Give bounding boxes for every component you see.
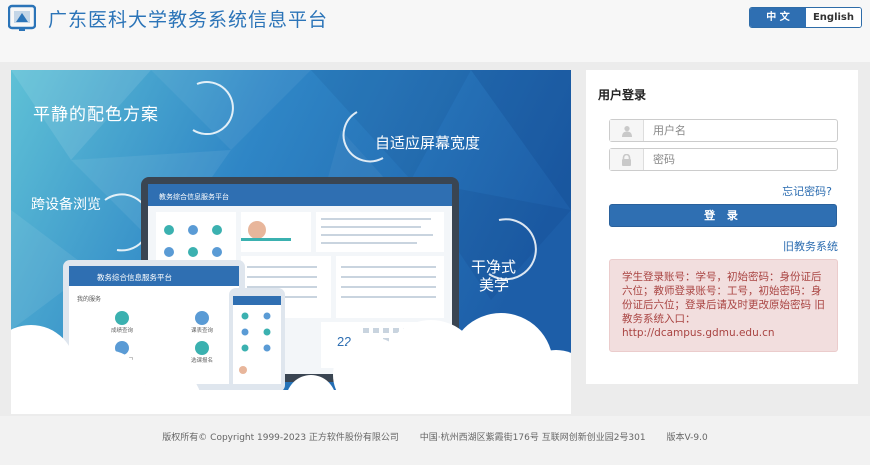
slogan-color-scheme: 平静的配色方案 bbox=[33, 105, 159, 125]
footer-copyright: 版权所有© Copyright 1999-2023 正方软件股份有限公司 bbox=[162, 433, 399, 443]
footer-address: 中国·杭州西湖区紫霞街176号 互联网创新创业园2号301 bbox=[419, 433, 646, 443]
tablet-screen-title: 教务综合信息服务平台 bbox=[97, 272, 172, 282]
forgot-password-link[interactable]: 忘记密码? bbox=[782, 183, 832, 199]
login-title: 用户登录 bbox=[598, 88, 647, 102]
header: 广东医科大学教务系统信息平台 中 文 English bbox=[0, 0, 870, 62]
tablet-section-title: 我的服务 bbox=[77, 295, 101, 303]
slogan-clean-line2: 美学 bbox=[479, 276, 509, 294]
username-field bbox=[609, 119, 838, 142]
monitor-screen-title: 教务综合信息服务平台 bbox=[159, 192, 229, 201]
old-system-link[interactable]: 旧教务系统 bbox=[783, 238, 838, 254]
promo-banner: 教务综合信息服务平台 22 教务综合信息服务平台 我的服务 成绩查询 课表查询 … bbox=[11, 70, 571, 414]
tablet-item-4: 选课报名 bbox=[191, 356, 213, 364]
user-icon bbox=[610, 120, 644, 141]
login-button[interactable]: 登 录 bbox=[609, 204, 837, 227]
footer: 版权所有© Copyright 1999-2023 正方软件股份有限公司 中国·… bbox=[0, 430, 870, 443]
login-panel: 用户登录 忘记密码? 登 录 旧教务系统 学生登录账号：学号，初始密码：身份证后… bbox=[586, 70, 858, 384]
slogan-cross-device: 跨设备浏览 bbox=[31, 196, 101, 213]
footer-version: 版本V-9.0 bbox=[666, 433, 708, 443]
username-input[interactable] bbox=[645, 120, 835, 141]
slogan-clean-line1: 干净式 bbox=[471, 258, 516, 276]
platform-logo-icon bbox=[8, 4, 36, 31]
phone-illustration bbox=[229, 288, 285, 392]
tablet-item-1: 成绩查询 bbox=[111, 326, 134, 334]
login-notice: 学生登录账号：学号，初始密码：身份证后六位；教师登录账号：工号，初始密码：身份证… bbox=[609, 259, 838, 352]
site-title: 广东医科大学教务系统信息平台 bbox=[48, 9, 329, 31]
lang-en-button[interactable]: English bbox=[806, 8, 861, 27]
password-input[interactable] bbox=[645, 149, 835, 170]
lock-icon bbox=[610, 149, 644, 170]
slogan-adaptive-width: 自适应屏幕宽度 bbox=[375, 134, 480, 152]
password-field bbox=[609, 148, 838, 171]
tablet-item-2: 课表查询 bbox=[191, 326, 214, 334]
language-switch: 中 文 English bbox=[749, 7, 862, 28]
lang-zh-button[interactable]: 中 文 bbox=[750, 8, 806, 27]
